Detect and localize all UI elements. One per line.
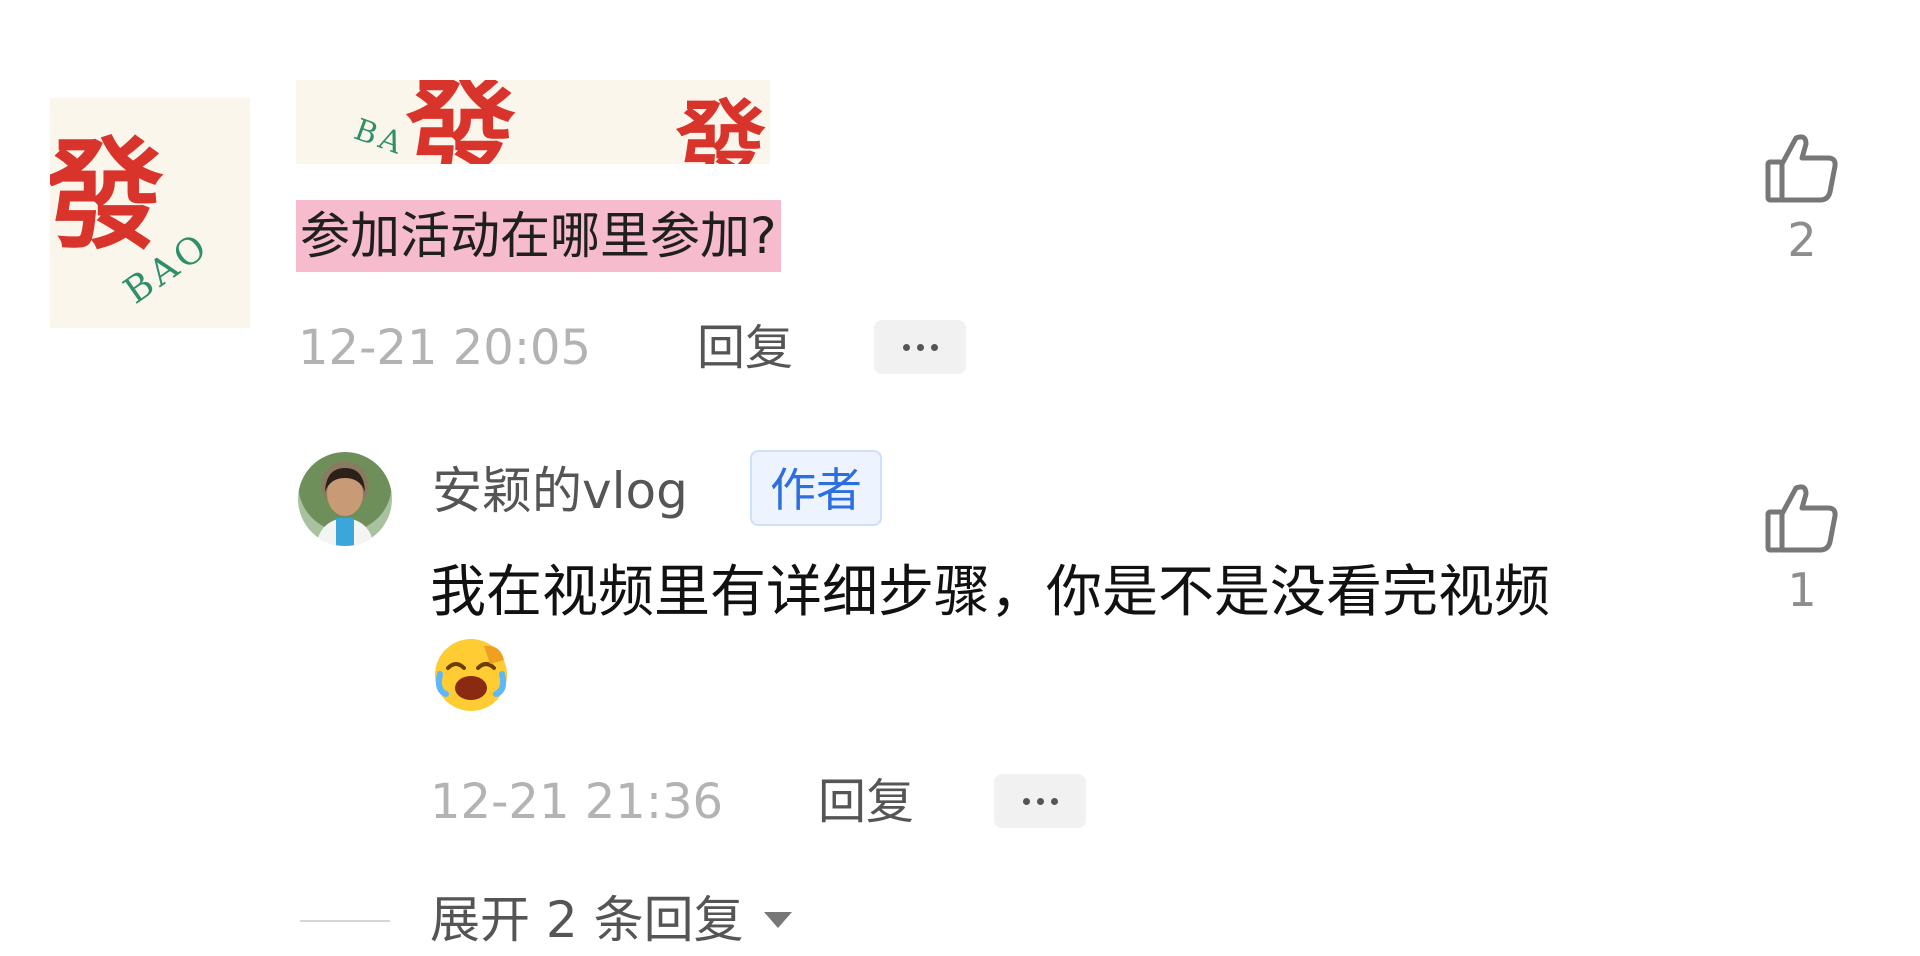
like-button[interactable]: 1 [1752,478,1852,618]
comment-image[interactable]: BA 發 發 [296,80,770,164]
like-button[interactable]: 2 [1752,128,1852,268]
thumbs-up-icon [1765,134,1838,203]
reply-text-content: 我在视频里有详细步骤，你是不是没看完视频 [430,560,1550,625]
more-options-button[interactable] [994,774,1086,828]
avatar-portrait [316,468,374,546]
like-count: 1 [1787,563,1817,617]
expand-replies-label: 展开 2 条回复 [430,891,744,949]
chevron-down-icon [763,912,792,928]
comment-text: 参加活动在哪里参加? [296,200,781,272]
reply-text: 我在视频里有详细步骤，你是不是没看完视频 [430,552,1630,729]
reply-timestamp: 12-21 21:36 [430,774,724,830]
more-dots-icon [902,343,910,351]
commenter-avatar[interactable]: 發 BAO [50,98,250,328]
reply-button[interactable]: 回复 [818,772,914,832]
expand-replies-button[interactable]: 展开 2 条回复 [430,890,792,950]
comment-timestamp: 12-21 20:05 [298,320,592,376]
image-logo-text: BA [349,112,411,163]
image-logo-char: 發 [406,80,516,164]
reply-button[interactable]: 回复 [697,318,793,378]
avatar-logo-char: 發 [50,125,164,266]
like-count: 2 [1787,213,1817,267]
laughing-crying-emoji [435,639,507,711]
author-badge: 作者 [750,450,882,526]
more-dots-icon [1022,797,1030,805]
author-avatar[interactable] [298,452,392,546]
more-options-button[interactable] [874,320,966,374]
author-name[interactable]: 安颖的vlog [432,456,688,526]
thumbs-up-icon [1765,484,1838,553]
image-logo-char: 發 [676,90,766,164]
divider [300,920,390,922]
